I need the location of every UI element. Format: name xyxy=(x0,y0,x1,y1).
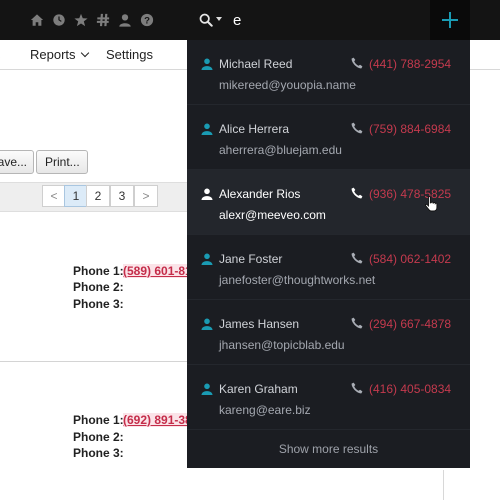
pagination-page-1[interactable]: 1 xyxy=(64,185,88,207)
pagination-next[interactable]: > xyxy=(134,185,158,207)
result-name: Michael Reed xyxy=(219,57,293,71)
menu-item-reports[interactable]: Reports xyxy=(30,47,89,62)
chevron-down-icon xyxy=(80,48,89,58)
result-name: Alice Herrera xyxy=(219,122,290,136)
person-icon xyxy=(201,253,213,265)
phone-2-label: Phone 2: xyxy=(73,280,124,294)
help-icon[interactable]: ? xyxy=(140,12,154,28)
result-name: Karen Graham xyxy=(219,382,298,396)
print-button[interactable]: Print... xyxy=(36,150,88,174)
menu-item-settings[interactable]: Settings xyxy=(106,47,153,62)
phone-2-label: Phone 2: xyxy=(73,430,124,444)
result-phone-link[interactable]: (416) 405-0834 xyxy=(369,382,451,396)
person-icon xyxy=(201,188,213,200)
phone-icon xyxy=(351,382,363,394)
phone-1-label: Phone 1: xyxy=(73,413,124,427)
svg-text:?: ? xyxy=(144,16,150,27)
pagination-prev[interactable]: < xyxy=(42,185,66,207)
result-phone-link[interactable]: (759) 884-6984 xyxy=(369,122,451,136)
search-icon[interactable] xyxy=(199,13,213,27)
person-icon xyxy=(201,123,213,135)
result-phone-link[interactable]: (441) 788-2954 xyxy=(369,57,451,71)
save-button[interactable]: ave... xyxy=(0,150,34,174)
search-result-item-active[interactable]: Alexander Rios alexr@meeveo.com (936) 47… xyxy=(187,170,470,235)
star-icon[interactable] xyxy=(74,12,88,28)
phone-1-link[interactable]: (589) 601-81 xyxy=(123,264,187,278)
result-name: Alexander Rios xyxy=(219,187,301,201)
hand-cursor-icon xyxy=(425,196,438,212)
user-icon[interactable] xyxy=(118,12,132,28)
search-result-item[interactable]: Karen Graham kareng@eare.biz (416) 405-0… xyxy=(187,365,470,430)
phone-icon xyxy=(351,317,363,329)
menu-item-truncated[interactable]: s xyxy=(0,47,1,62)
phone-1-label: Phone 1: xyxy=(73,264,124,278)
result-email: aherrera@bluejam.edu xyxy=(219,143,342,157)
search-input[interactable] xyxy=(233,10,413,30)
phone-icon xyxy=(351,122,363,134)
search-results-dropdown: Michael Reed mikereed@youopia.name (441)… xyxy=(187,40,470,468)
search-result-item[interactable]: Alice Herrera aherrera@bluejam.edu (759)… xyxy=(187,105,470,170)
menu-item-reports-label: Reports xyxy=(30,47,76,62)
plus-icon xyxy=(442,12,458,28)
hashtag-icon[interactable] xyxy=(96,12,110,28)
person-icon xyxy=(201,383,213,395)
clock-icon[interactable] xyxy=(52,12,66,28)
result-phone-link[interactable]: (294) 667-4878 xyxy=(369,317,451,331)
phone-3-label: Phone 3: xyxy=(73,446,124,460)
divider xyxy=(0,361,187,362)
pagination-page-2[interactable]: 2 xyxy=(86,185,110,207)
search-result-item[interactable]: James Hansen jhansen@topicblab.edu (294)… xyxy=(187,300,470,365)
result-email: janefoster@thoughtworks.net xyxy=(219,273,376,287)
pagination-page-3[interactable]: 3 xyxy=(110,185,134,207)
top-icon-group: ? xyxy=(30,12,154,28)
search-result-item[interactable]: Michael Reed mikereed@youopia.name (441)… xyxy=(187,40,470,105)
result-email: alexr@meeveo.com xyxy=(219,208,326,222)
home-icon[interactable] xyxy=(30,12,44,28)
result-phone-link[interactable]: (936) 478-5825 xyxy=(369,187,451,201)
result-phone-link[interactable]: (584) 062-1402 xyxy=(369,252,451,266)
person-icon xyxy=(201,318,213,330)
phone-3-label: Phone 3: xyxy=(73,297,124,311)
global-search xyxy=(187,0,430,40)
search-scope-caret-icon[interactable] xyxy=(216,17,222,21)
phone-icon xyxy=(351,252,363,264)
result-name: Jane Foster xyxy=(219,252,283,266)
result-name: James Hansen xyxy=(219,317,300,331)
result-email: kareng@eare.biz xyxy=(219,403,311,417)
person-icon xyxy=(201,58,213,70)
phone-icon xyxy=(351,57,363,69)
result-email: jhansen@topicblab.edu xyxy=(219,338,345,352)
phone-icon xyxy=(351,187,363,199)
search-result-item[interactable]: Jane Foster janefoster@thoughtworks.net … xyxy=(187,235,470,300)
result-email: mikereed@youopia.name xyxy=(219,78,356,92)
divider xyxy=(443,470,444,500)
add-button[interactable] xyxy=(430,0,470,40)
show-more-results-button[interactable]: Show more results xyxy=(187,430,470,468)
phone-1-link[interactable]: (692) 891-38 xyxy=(123,413,187,427)
